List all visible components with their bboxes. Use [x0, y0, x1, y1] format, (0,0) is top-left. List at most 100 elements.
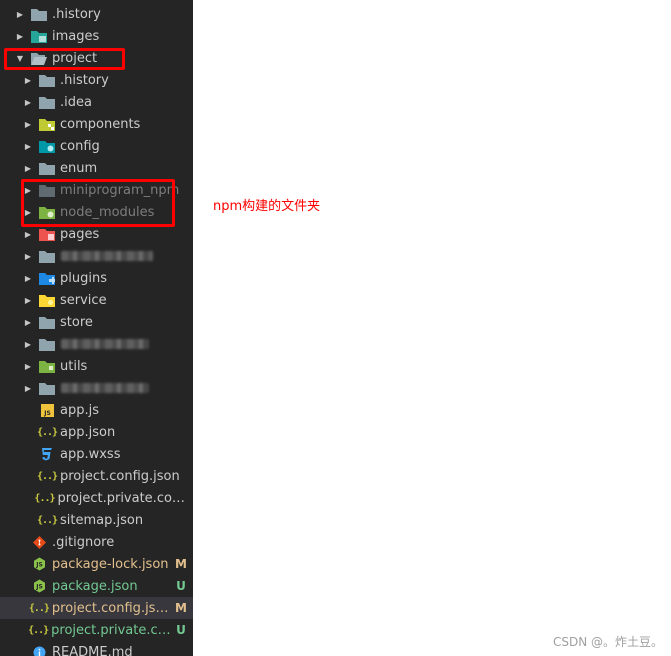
- tree-item-store[interactable]: ▶ store: [0, 311, 193, 333]
- tree-item-label: images: [52, 28, 100, 44]
- tree-item-label: pages: [60, 226, 100, 242]
- git-untracked-badge: U: [176, 623, 186, 637]
- tree-item-label: .history: [52, 6, 101, 22]
- tree-item-label: .history: [60, 72, 109, 88]
- tree-item-label: .idea: [60, 94, 92, 110]
- tree-item-idea[interactable]: ▶ .idea: [0, 91, 193, 113]
- tree-item-readme[interactable]: README.md: [0, 641, 193, 656]
- tree-item-project-private-config[interactable]: {..} project.private.config...: [0, 487, 193, 509]
- chevron-right-icon[interactable]: ▶: [24, 161, 32, 175]
- tree-item-label: sitemap.json: [60, 512, 144, 528]
- tree-item-label: app.wxss: [60, 446, 121, 462]
- tree-item-project-config-json[interactable]: {..} project.config.json: [0, 465, 193, 487]
- chevron-right-icon[interactable]: ▶: [24, 95, 32, 109]
- tree-item-history[interactable]: ▶ .history: [0, 3, 193, 25]
- chevron-right-icon[interactable]: ▶: [24, 139, 32, 153]
- tree-item-service[interactable]: ▶ service: [0, 289, 193, 311]
- folder-config-icon: [39, 138, 55, 154]
- tree-item-label: plugins: [60, 270, 107, 286]
- tree-item-label: README.md: [52, 644, 133, 656]
- tree-item-images[interactable]: ▶ images: [0, 25, 193, 47]
- folder-icon: [39, 94, 55, 110]
- tree-item-app-wxss[interactable]: app.wxss: [0, 443, 193, 465]
- git-file-icon: [31, 534, 47, 550]
- tree-item-project-history[interactable]: ▶ .history: [0, 69, 193, 91]
- tree-item-redacted[interactable]: ▶: [0, 245, 193, 267]
- git-modified-badge: M: [175, 601, 187, 615]
- tree-item-label: project.config.json: [51, 600, 171, 616]
- redacted-label: [61, 383, 149, 393]
- tree-item-package-json[interactable]: JS package.json U: [0, 575, 193, 597]
- tree-item-label: project.private.config...: [57, 490, 193, 506]
- json-file-icon: {..}: [36, 470, 58, 482]
- tree-item-label: .gitignore: [52, 534, 115, 550]
- tree-item-plugins[interactable]: ▶ plugins: [0, 267, 193, 289]
- svg-text:JS: JS: [35, 562, 43, 569]
- info-file-icon: [31, 644, 47, 656]
- tree-item-label: enum: [60, 160, 98, 176]
- tree-item-redacted[interactable]: ▶: [0, 377, 193, 399]
- annotation-text: npm构建的文件夹: [213, 199, 321, 214]
- redacted-label: [61, 251, 153, 261]
- tree-item-enum[interactable]: ▶ enum: [0, 157, 193, 179]
- file-explorer: ▶ .history ▶ images ▼ project ▶ .history…: [0, 0, 193, 656]
- tree-item-package-lock-json[interactable]: JS package-lock.json M: [0, 553, 193, 575]
- tree-item-label: project.config.json: [60, 468, 180, 484]
- folder-icon: [39, 160, 55, 176]
- css-file-icon: [39, 446, 55, 462]
- folder-icon: [31, 6, 47, 22]
- json-file-icon: {..}: [28, 624, 49, 636]
- tree-item-redacted[interactable]: ▶: [0, 333, 193, 355]
- chevron-right-icon[interactable]: ▶: [16, 29, 24, 43]
- tree-item-label: project.private.co...: [51, 622, 171, 638]
- folder-images-icon: [31, 28, 47, 44]
- project-highlight-box: [4, 48, 125, 70]
- svg-text:JS: JS: [43, 410, 51, 417]
- chevron-right-icon[interactable]: ▶: [24, 381, 32, 395]
- tree-item-label: package.json: [52, 578, 138, 594]
- chevron-right-icon[interactable]: ▶: [24, 117, 32, 131]
- tree-item-config[interactable]: ▶ config: [0, 135, 193, 157]
- tree-item-app-js[interactable]: JS app.js: [0, 399, 193, 421]
- json-file-icon: {..}: [34, 492, 55, 504]
- folder-plugins-icon: [39, 270, 55, 286]
- tree-item-app-json[interactable]: {..} app.json: [0, 421, 193, 443]
- folder-icon: [39, 72, 55, 88]
- npm-folders-highlight-box: [21, 179, 175, 227]
- tree-item-label: package-lock.json: [52, 556, 169, 572]
- folder-icon: [39, 380, 55, 396]
- json-file-icon: {..}: [36, 426, 58, 438]
- tree-item-root-project-private-config[interactable]: {..} project.private.co... U: [0, 619, 193, 641]
- tree-item-utils[interactable]: ▶ utils: [0, 355, 193, 377]
- chevron-right-icon[interactable]: ▶: [24, 337, 32, 351]
- tree-item-sitemap-json[interactable]: {..} sitemap.json: [0, 509, 193, 531]
- folder-utils-icon: [39, 358, 55, 374]
- folder-icon: [39, 336, 55, 352]
- redacted-label: [61, 339, 149, 349]
- tree-item-label: app.js: [60, 402, 99, 418]
- tree-item-components[interactable]: ▶ components: [0, 113, 193, 135]
- tree-item-label: utils: [60, 358, 88, 374]
- chevron-right-icon[interactable]: ▶: [24, 249, 32, 263]
- chevron-right-icon[interactable]: ▶: [24, 73, 32, 87]
- tree-item-label: components: [60, 116, 141, 132]
- tree-item-label: service: [60, 292, 107, 308]
- git-modified-badge: M: [175, 557, 187, 571]
- json-file-icon: {..}: [28, 602, 50, 614]
- chevron-right-icon[interactable]: ▶: [24, 227, 32, 241]
- json-file-icon: {..}: [36, 514, 58, 526]
- folder-icon: [39, 248, 55, 264]
- chevron-right-icon[interactable]: ▶: [24, 271, 32, 285]
- chevron-right-icon[interactable]: ▶: [24, 293, 32, 307]
- chevron-right-icon[interactable]: ▶: [16, 7, 24, 21]
- watermark: CSDN @。炸土豆。: [552, 635, 663, 649]
- tree-item-root-project-config-json[interactable]: {..} project.config.json M: [0, 597, 193, 619]
- tree-item-label: app.json: [60, 424, 116, 440]
- folder-pages-icon: [39, 226, 55, 242]
- js-file-icon: JS: [39, 402, 55, 418]
- folder-service-icon: [39, 292, 55, 308]
- chevron-right-icon[interactable]: ▶: [24, 359, 32, 373]
- tree-item-gitignore[interactable]: .gitignore: [0, 531, 193, 553]
- node-file-icon: JS: [31, 556, 47, 572]
- chevron-right-icon[interactable]: ▶: [24, 315, 32, 329]
